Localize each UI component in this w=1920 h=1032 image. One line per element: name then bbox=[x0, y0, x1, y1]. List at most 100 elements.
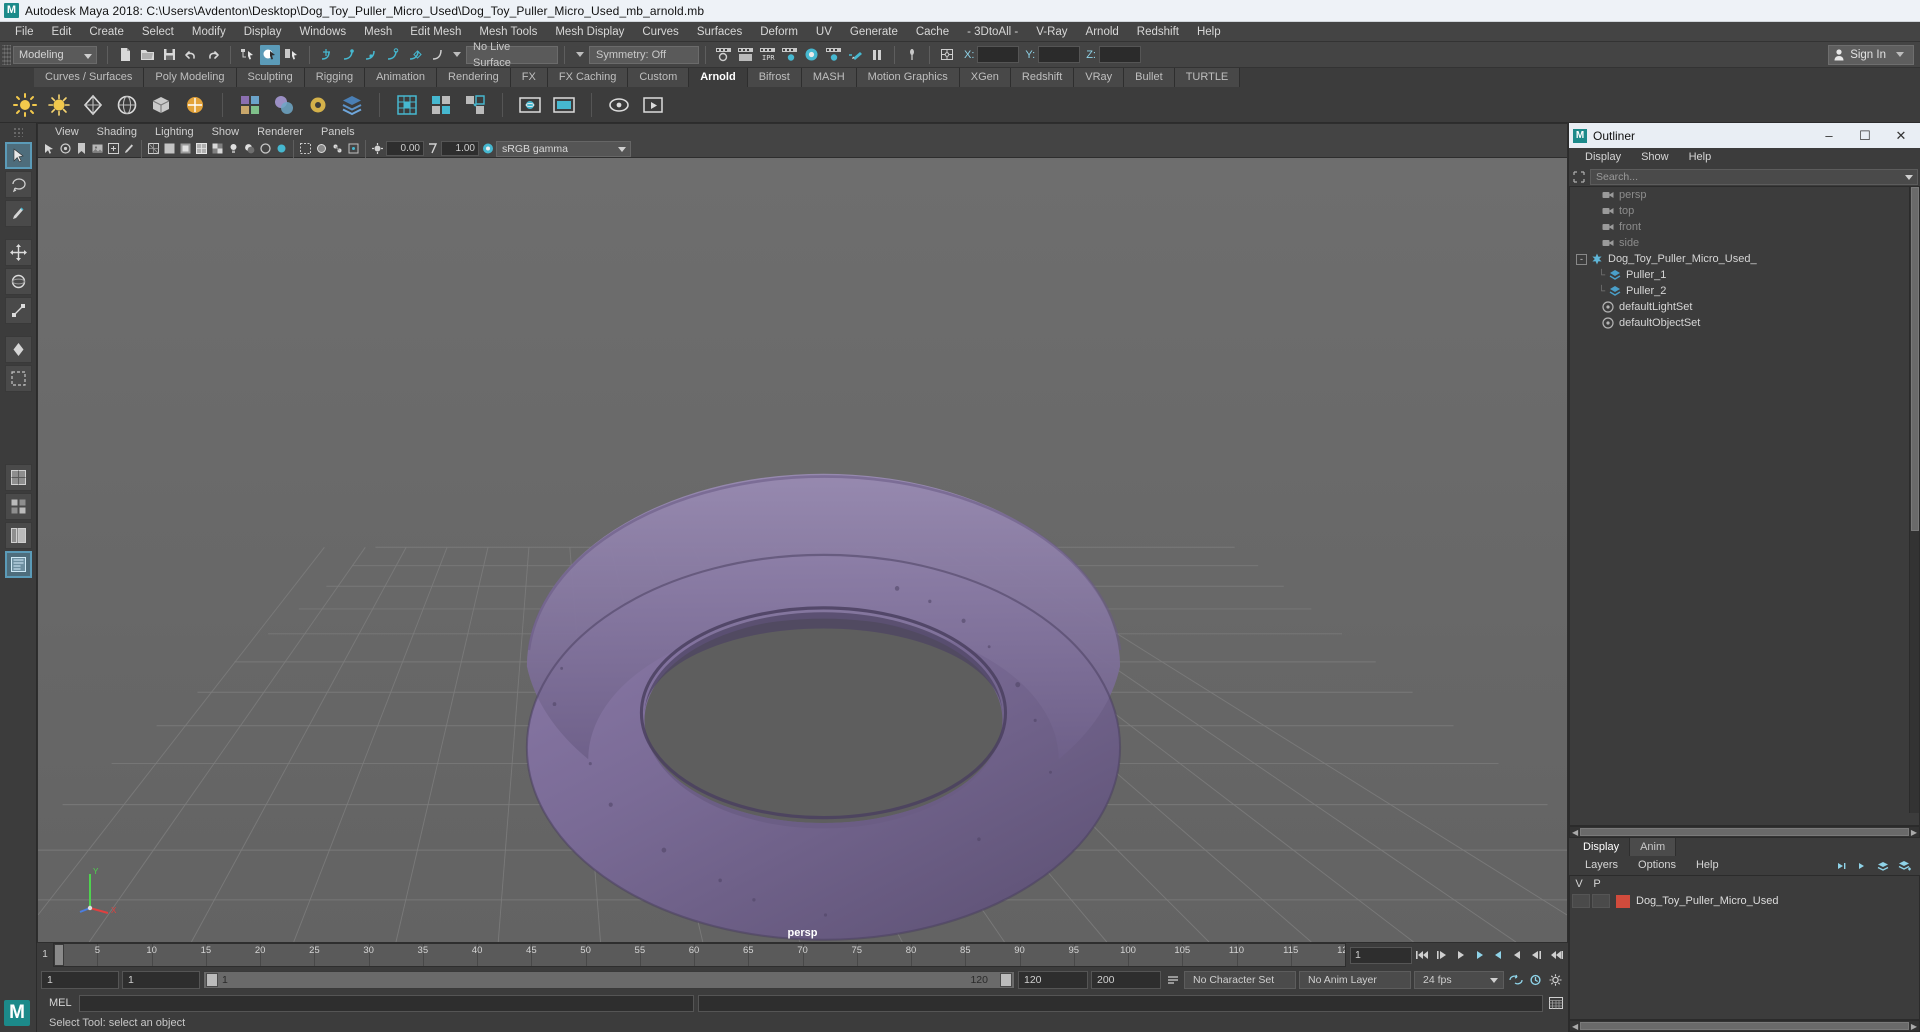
arnold-standard-surface-icon[interactable] bbox=[237, 92, 263, 118]
outliner-search-input[interactable]: Search... bbox=[1590, 168, 1918, 185]
arnold-play-icon[interactable] bbox=[640, 92, 666, 118]
outliner-item-defaultobjectset[interactable]: defaultObjectSet bbox=[1570, 315, 1919, 331]
shelf-tab-rendering[interactable]: Rendering bbox=[437, 68, 511, 87]
layer-visibility-toggle[interactable] bbox=[1572, 894, 1590, 908]
range-end-field[interactable]: 120 bbox=[1018, 970, 1088, 989]
snap-to-curve-icon[interactable] bbox=[339, 45, 359, 65]
use-all-lights-icon[interactable] bbox=[226, 141, 241, 156]
smooth-shade-selected-icon[interactable] bbox=[178, 141, 193, 156]
outliner-item-puller-1[interactable]: └ Puller_1 bbox=[1570, 267, 1919, 283]
animation-settings-icon[interactable] bbox=[1547, 971, 1564, 988]
color-space-dropdown[interactable]: sRGB gamma bbox=[496, 140, 631, 157]
outliner-item-defaultlightset[interactable]: defaultLightSet bbox=[1570, 299, 1919, 315]
character-set-field[interactable]: No Character Set bbox=[1184, 970, 1296, 989]
arnold-volume-icon[interactable] bbox=[148, 92, 174, 118]
y-coord-input[interactable] bbox=[1038, 46, 1081, 63]
time-slider-cursor[interactable] bbox=[54, 944, 64, 966]
arnold-render-settings-icon[interactable] bbox=[551, 92, 577, 118]
layer-menu-layers[interactable]: Layers bbox=[1575, 856, 1628, 875]
menu-help[interactable]: Help bbox=[1188, 22, 1230, 42]
shelf-tab-fx-caching[interactable]: FX Caching bbox=[547, 68, 629, 87]
layer-scroll-right-icon[interactable]: ▶ bbox=[1911, 1022, 1917, 1031]
texture-display-icon[interactable] bbox=[210, 141, 225, 156]
viewport-menu-shading[interactable]: Shading bbox=[88, 124, 146, 141]
anim-layer-field[interactable]: No Anim Layer bbox=[1299, 970, 1411, 989]
rotate-tool-button[interactable] bbox=[4, 268, 32, 295]
single-perspective-view-button[interactable] bbox=[4, 464, 32, 491]
animation-preferences-icon[interactable] bbox=[1527, 971, 1544, 988]
current-frame-field[interactable]: 1 bbox=[1350, 946, 1412, 964]
step-forward-key-icon[interactable] bbox=[1528, 947, 1545, 964]
play-backwards-icon[interactable] bbox=[1471, 947, 1488, 964]
go-to-end-icon[interactable] bbox=[1547, 947, 1564, 964]
new-layer-icon[interactable] bbox=[1874, 857, 1891, 874]
chevron-down-icon[interactable] bbox=[576, 52, 584, 57]
outliner-filter-icon[interactable] bbox=[1571, 169, 1587, 185]
outliner-item-front[interactable]: front bbox=[1570, 219, 1919, 235]
redo-icon[interactable] bbox=[203, 45, 223, 65]
select-tool-button[interactable] bbox=[4, 142, 32, 169]
layer-tab-display[interactable]: Display bbox=[1573, 838, 1631, 856]
xray-joints-icon[interactable] bbox=[330, 141, 345, 156]
playback-options-icon[interactable] bbox=[1164, 971, 1181, 988]
outliner-tree[interactable]: persp top front side - Dog_Toy_Puller_Micro_U… bbox=[1569, 186, 1920, 826]
play-forwards-icon[interactable] bbox=[1490, 947, 1507, 964]
snap-to-point-icon[interactable] bbox=[361, 45, 381, 65]
outliner-expander-icon[interactable]: - bbox=[1576, 253, 1587, 265]
fps-dropdown[interactable]: 24 fps bbox=[1414, 970, 1504, 989]
shadows-icon[interactable] bbox=[242, 141, 257, 156]
gamma-icon[interactable] bbox=[425, 141, 440, 156]
pause-icon[interactable] bbox=[867, 45, 887, 65]
minimize-button[interactable]: – bbox=[1814, 124, 1844, 147]
menu-mesh[interactable]: Mesh bbox=[355, 22, 401, 42]
arnold-curve-collector-icon[interactable] bbox=[462, 92, 488, 118]
toolbar-grip[interactable] bbox=[2, 44, 11, 65]
chevron-down-icon[interactable] bbox=[453, 52, 461, 57]
range-start-field[interactable]: 1 bbox=[122, 970, 200, 989]
camera-attributes-icon[interactable] bbox=[58, 141, 73, 156]
menu-set-dropdown[interactable]: Modeling bbox=[13, 45, 97, 64]
arnold-utility-icon[interactable] bbox=[305, 92, 331, 118]
command-input-field[interactable] bbox=[79, 994, 694, 1012]
time-slider-track[interactable]: 5 10 15 20 25 30 35 40 45 50 55 60 65 70 75 80 85 90 95 100… bbox=[53, 943, 1346, 967]
3d-viewport[interactable]: persp Y X bbox=[37, 158, 1568, 943]
image-plane-icon[interactable] bbox=[90, 141, 105, 156]
step-back-frame-icon[interactable] bbox=[1452, 947, 1469, 964]
xray-active-components-icon[interactable] bbox=[346, 141, 361, 156]
scroll-left-icon[interactable]: ◀ bbox=[1572, 828, 1578, 837]
layer-menu-options[interactable]: Options bbox=[1628, 856, 1686, 875]
move-tool-button[interactable] bbox=[4, 239, 32, 266]
outliner-horizontal-scrollbar[interactable]: ◀ ▶ bbox=[1569, 826, 1920, 838]
arnold-area-light-icon[interactable] bbox=[12, 92, 38, 118]
isolate-select-icon[interactable] bbox=[298, 141, 313, 156]
last-tool-used-button[interactable] bbox=[4, 365, 32, 392]
four-view-button[interactable] bbox=[4, 493, 32, 520]
render-view-icon[interactable] bbox=[823, 45, 843, 65]
snap-to-view-plane-icon[interactable] bbox=[405, 45, 425, 65]
grease-pencil-icon[interactable] bbox=[122, 141, 137, 156]
menu-modify[interactable]: Modify bbox=[183, 22, 235, 42]
menu-select[interactable]: Select bbox=[133, 22, 183, 42]
layer-menu-help[interactable]: Help bbox=[1686, 856, 1729, 875]
persp-outliner-layout-button[interactable] bbox=[4, 551, 32, 578]
menu-surfaces[interactable]: Surfaces bbox=[688, 22, 751, 42]
shelf-tab-fx[interactable]: FX bbox=[510, 68, 548, 87]
z-coord-input[interactable] bbox=[1098, 46, 1141, 63]
two-d-pan-zoom-icon[interactable] bbox=[106, 141, 121, 156]
layer-hscroll-thumb[interactable] bbox=[1580, 1022, 1909, 1030]
arnold-sky-icon[interactable] bbox=[114, 92, 140, 118]
outliner-item-top[interactable]: top bbox=[1570, 203, 1919, 219]
arnold-mesh-light-icon[interactable] bbox=[80, 92, 106, 118]
menu-arnold[interactable]: Arnold bbox=[1077, 22, 1128, 42]
arnold-shader-ball-icon[interactable] bbox=[271, 92, 297, 118]
menu-edit-mesh[interactable]: Edit Mesh bbox=[401, 22, 470, 42]
close-button[interactable]: ✕ bbox=[1886, 124, 1916, 147]
shelf-tab-vray[interactable]: VRay bbox=[1074, 68, 1125, 87]
shelf-tab-bifrost[interactable]: Bifrost bbox=[747, 68, 802, 87]
shelf-tab-mash[interactable]: MASH bbox=[801, 68, 857, 87]
outliner-item-puller-2[interactable]: └ Puller_2 bbox=[1570, 283, 1919, 299]
layer-prev-icon[interactable] bbox=[1832, 857, 1849, 874]
shelf-tab-turtle[interactable]: TURTLE bbox=[1174, 68, 1241, 87]
ipr-render-icon[interactable]: IPR bbox=[757, 45, 777, 65]
auto-key-toggle-icon[interactable] bbox=[1507, 971, 1524, 988]
